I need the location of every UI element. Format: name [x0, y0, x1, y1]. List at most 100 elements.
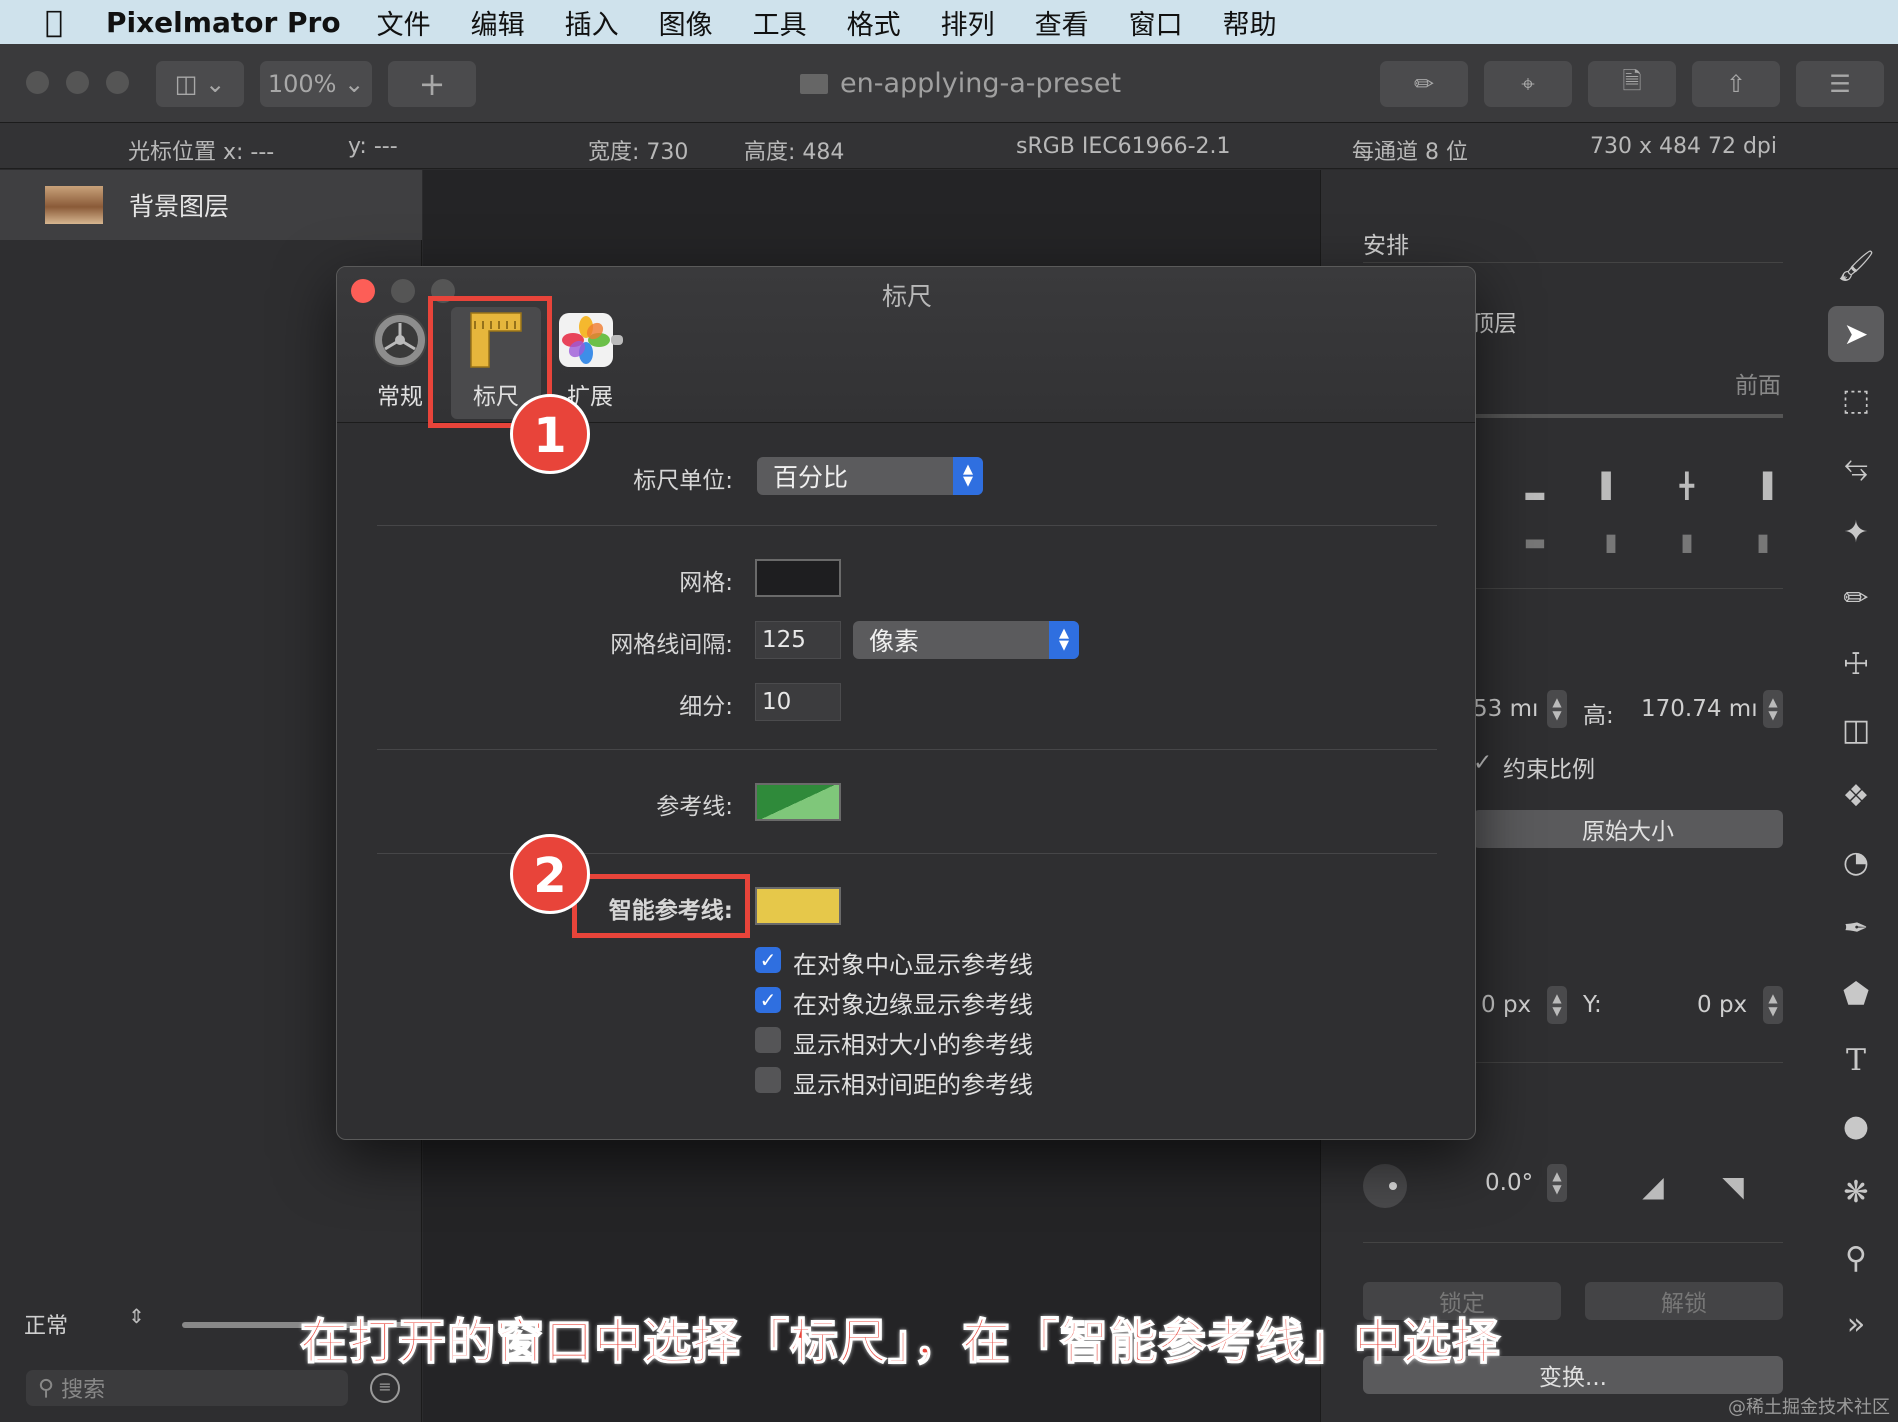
resolution: 730 x 484 72 dpi — [1590, 134, 1778, 159]
menu-bar:  Pixelmator Pro 文件 编辑 插入 图像 工具 格式 排列 查看… — [0, 0, 1898, 44]
x-value[interactable]: 0 px — [1481, 992, 1531, 1018]
center-guides-label: 在对象中心显示参考线 — [793, 951, 1033, 979]
fill-bucket-icon[interactable]: ☩ — [1828, 636, 1884, 692]
menu-view[interactable]: 查看 — [1035, 3, 1089, 42]
shape-icon[interactable]: ⬟ — [1828, 966, 1884, 1022]
blend-mode-select[interactable]: 正常 — [24, 1308, 68, 1340]
more-tools-icon[interactable]: » — [1828, 1296, 1884, 1352]
sidebar-toggle-button[interactable]: ◫ ⌄ — [156, 61, 244, 107]
relative-spacing-checkbox[interactable] — [755, 1067, 781, 1093]
center-guides-checkbox[interactable]: ✓ — [755, 947, 781, 973]
width-stepper[interactable]: ▲ ▼ — [1547, 690, 1567, 728]
close-window-button[interactable] — [26, 71, 49, 94]
menu-help[interactable]: 帮助 — [1223, 3, 1277, 42]
rotation-value[interactable]: 0.0° — [1485, 1170, 1533, 1196]
edge-guides-label: 在对象边缘显示参考线 — [793, 991, 1033, 1019]
distribute-left-icon[interactable]: ▮ — [1597, 528, 1625, 556]
y-stepper[interactable]: ▲ ▼ — [1763, 986, 1783, 1024]
layer-row[interactable]: 背景图层 — [0, 170, 422, 240]
tutorial-caption: 在打开的窗口中选择「标尺」，在「智能参考线」中选择 — [299, 1313, 1502, 1371]
text-tool-icon[interactable]: T — [1828, 1032, 1884, 1088]
distribute-vertical-icon[interactable]: ▬ — [1521, 528, 1549, 556]
cursor-x-readout: 光标位置 x: --- — [128, 140, 275, 165]
original-size-button[interactable]: 原始大小 — [1473, 810, 1783, 848]
app-menu[interactable]: Pixelmator Pro — [106, 6, 341, 39]
align-left-icon[interactable]: ▌ — [1597, 472, 1625, 500]
filter-icon[interactable]: ≡ — [370, 1373, 400, 1403]
align-right-icon[interactable]: ▐ — [1749, 472, 1777, 500]
share-icon: ⇧ — [1725, 70, 1747, 98]
apple-menu-icon[interactable]:  — [24, 5, 84, 40]
grid-unit-select[interactable]: 像素 ▲ ▼ — [853, 621, 1079, 659]
unlock-button[interactable]: 解锁 — [1585, 1282, 1783, 1320]
x-stepper[interactable]: ▲ ▼ — [1547, 986, 1567, 1024]
divider — [377, 749, 1437, 750]
divider — [1363, 262, 1783, 263]
menu-edit[interactable]: 编辑 — [471, 3, 525, 42]
share-button[interactable]: ⇧ — [1692, 61, 1780, 107]
add-button[interactable]: + — [388, 61, 476, 107]
subdivisions-label: 细分: — [679, 694, 733, 720]
edge-guides-checkbox[interactable]: ✓ — [755, 987, 781, 1013]
crop-button[interactable]: ⌖ — [1484, 61, 1572, 107]
distort-icon[interactable]: ❋ — [1828, 1164, 1884, 1220]
select-arrows-icon: ▲ ▼ — [953, 457, 983, 495]
eraser-icon[interactable]: ◫ — [1828, 702, 1884, 758]
relative-size-checkbox[interactable] — [755, 1027, 781, 1053]
arrange-tool-icon[interactable]: ➤ — [1828, 306, 1884, 362]
menu-arrange[interactable]: 排列 — [941, 3, 995, 42]
menu-insert[interactable]: 插入 — [565, 3, 619, 42]
flip-horizontal-icon[interactable]: ◢ — [1639, 1170, 1667, 1203]
image-height: 高度: 484 — [744, 140, 845, 165]
distribute-center-icon[interactable]: ▮ — [1673, 528, 1701, 556]
layer-order-menu[interactable]: 顶层 — [1471, 304, 1517, 338]
height-stepper[interactable]: ▲ ▼ — [1763, 690, 1783, 728]
menu-window[interactable]: 窗口 — [1129, 3, 1183, 42]
pen-icon[interactable]: ✒ — [1828, 900, 1884, 956]
rotation-dial[interactable] — [1363, 1164, 1407, 1208]
layer-name: 背景图层 — [129, 192, 230, 221]
subdivisions-input[interactable]: 10 — [755, 683, 841, 721]
distribute-right-icon[interactable]: ▮ — [1749, 528, 1777, 556]
flip-vertical-icon[interactable]: ◥ — [1719, 1170, 1747, 1203]
grid-color-well[interactable] — [755, 559, 841, 597]
style-tool-icon[interactable]: 🖌 — [1828, 238, 1884, 294]
menu-tools[interactable]: 工具 — [753, 3, 807, 42]
blend-mode-stepper-icon[interactable]: ⇕ — [128, 1304, 145, 1328]
cursor-y-readout: y: --- — [348, 134, 398, 159]
repair-icon[interactable]: ❖ — [1828, 768, 1884, 824]
smart-guides-color-well[interactable] — [755, 887, 841, 925]
paint-tool-button[interactable]: ✏ — [1380, 61, 1468, 107]
menu-file[interactable]: 文件 — [377, 3, 431, 42]
zoom-tool-icon[interactable]: ⚲ — [1828, 1230, 1884, 1286]
adjustments-button[interactable]: ☰ — [1796, 61, 1884, 107]
color-profile: sRGB IEC61966-2.1 — [1016, 134, 1231, 159]
bit-depth: 每通道 8 位 — [1352, 140, 1468, 165]
y-value[interactable]: 0 px — [1697, 992, 1747, 1018]
align-bottom-icon[interactable]: ▂ — [1521, 472, 1549, 500]
selection-tool-icon[interactable]: ⬚ — [1828, 372, 1884, 428]
menu-format[interactable]: 格式 — [847, 3, 901, 42]
zoom-menu-button[interactable]: 100% ⌄ — [260, 61, 372, 107]
brush-icon: ✏ — [1413, 70, 1435, 98]
guides-color-well[interactable] — [755, 783, 841, 821]
grid-spacing-input[interactable]: 125 — [755, 621, 841, 659]
smart-guides-highlight — [572, 874, 750, 938]
align-center-icon[interactable]: ╋ — [1673, 472, 1701, 500]
grid-unit-value: 像素 — [869, 627, 920, 656]
zoom-window-button[interactable] — [106, 71, 129, 94]
new-document-button[interactable]: 🗎 — [1588, 61, 1676, 107]
height-value[interactable]: 170.74 mı — [1641, 696, 1758, 722]
color-adjust-icon[interactable]: ● — [1828, 1098, 1884, 1154]
layer-search-input[interactable]: ⚲ 搜索 — [26, 1370, 348, 1406]
minimize-window-button[interactable] — [66, 71, 89, 94]
ruler-units-select[interactable]: 百分比 ▲ ▼ — [757, 457, 983, 495]
clone-icon[interactable]: ◔ — [1828, 834, 1884, 890]
watermark: @稀土掘金技术社区 — [1728, 1397, 1890, 1418]
menu-image[interactable]: 图像 — [659, 3, 713, 42]
width-value[interactable]: 53 mı — [1473, 696, 1538, 722]
quick-selection-icon[interactable]: ✦ — [1828, 504, 1884, 560]
rotation-stepper[interactable]: ▲ ▼ — [1547, 1164, 1567, 1202]
paint-brush-icon[interactable]: ✏ — [1828, 570, 1884, 626]
lasso-tool-icon[interactable]: ⥃ — [1828, 438, 1884, 494]
